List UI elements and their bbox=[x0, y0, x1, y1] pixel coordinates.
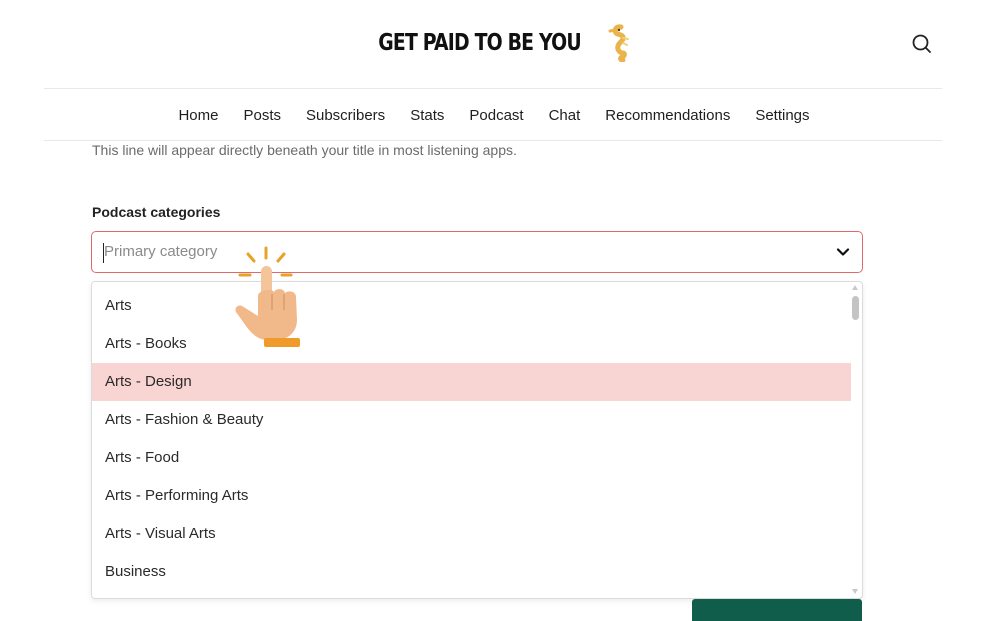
pointer-hand-icon bbox=[235, 246, 300, 347]
nav-item-chat[interactable]: Chat bbox=[536, 104, 593, 128]
dropdown-option-arts-visual-arts[interactable]: Arts - Visual Arts bbox=[92, 515, 851, 553]
nav-item-posts[interactable]: Posts bbox=[231, 104, 294, 128]
primary-category-select[interactable]: Primary category bbox=[91, 231, 863, 273]
search-icon[interactable] bbox=[909, 31, 935, 57]
dropdown-option-arts-books[interactable]: Arts - Books bbox=[92, 325, 851, 363]
main-nav: Home Posts Subscribers Stats Podcast Cha… bbox=[0, 104, 988, 128]
dropdown-scrollbar[interactable] bbox=[849, 282, 862, 598]
site-title[interactable]: GET PAID TO BE YOU bbox=[379, 25, 582, 61]
scroll-down-arrow-icon[interactable] bbox=[852, 589, 858, 594]
category-dropdown-list: Arts Arts - Books Arts - Design Arts - F… bbox=[91, 281, 863, 599]
brand[interactable]: GET PAID TO BE YOU bbox=[356, 24, 631, 62]
nav-item-home[interactable]: Home bbox=[166, 104, 231, 128]
nav-item-podcast[interactable]: Podcast bbox=[457, 104, 536, 128]
seahorse-icon bbox=[608, 24, 629, 62]
site-header: GET PAID TO BE YOU bbox=[0, 24, 988, 62]
chevron-down-icon[interactable] bbox=[836, 245, 850, 259]
primary-category-placeholder: Primary category bbox=[104, 243, 218, 260]
dropdown-option-business[interactable]: Business bbox=[92, 553, 851, 591]
nav-item-subscribers[interactable]: Subscribers bbox=[293, 104, 397, 128]
dropdown-option-arts[interactable]: Arts bbox=[92, 287, 851, 325]
scrollbar-thumb[interactable] bbox=[852, 296, 859, 320]
nav-item-recommendations[interactable]: Recommendations bbox=[593, 104, 743, 128]
dropdown-option-arts-design[interactable]: Arts - Design bbox=[92, 363, 851, 401]
header-divider bbox=[44, 88, 942, 89]
dropdown-option-arts-fashion-beauty[interactable]: Arts - Fashion & Beauty bbox=[92, 401, 851, 439]
nav-item-stats[interactable]: Stats bbox=[398, 104, 457, 128]
save-button[interactable] bbox=[692, 599, 862, 621]
nav-item-settings[interactable]: Settings bbox=[743, 104, 822, 128]
subtitle-helper-text: This line will appear directly beneath y… bbox=[92, 142, 517, 158]
podcast-categories-label: Podcast categories bbox=[92, 204, 221, 220]
scroll-up-arrow-icon[interactable] bbox=[852, 285, 858, 290]
dropdown-option-arts-food[interactable]: Arts - Food bbox=[92, 439, 851, 477]
dropdown-option-arts-performing-arts[interactable]: Arts - Performing Arts bbox=[92, 477, 851, 515]
